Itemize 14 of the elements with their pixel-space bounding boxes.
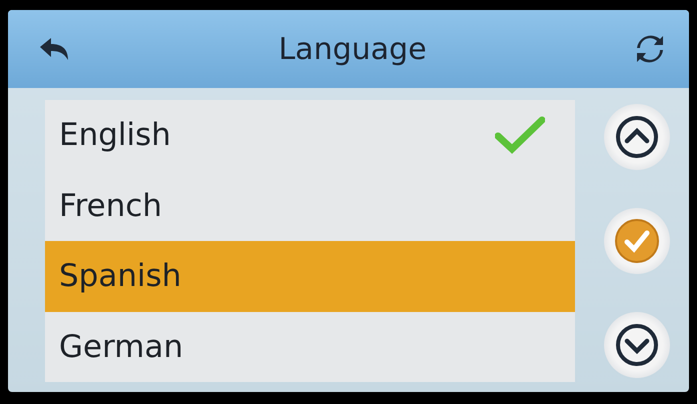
language-label: German	[59, 328, 184, 365]
language-item[interactable]: German	[45, 312, 575, 382]
language-item[interactable]: Spanish	[45, 241, 575, 312]
chevron-up-icon	[615, 115, 659, 159]
language-item[interactable]: French	[45, 170, 575, 241]
language-label: English	[59, 117, 171, 154]
language-item[interactable]: English	[45, 100, 575, 170]
screen-title: Language	[278, 32, 427, 66]
back-arrow-icon[interactable]	[38, 36, 70, 62]
language-label: French	[59, 188, 162, 224]
language-label: Spanish	[59, 258, 182, 294]
chevron-down-icon	[615, 323, 659, 367]
check-circle-icon	[614, 218, 660, 264]
refresh-icon[interactable]	[635, 34, 665, 64]
